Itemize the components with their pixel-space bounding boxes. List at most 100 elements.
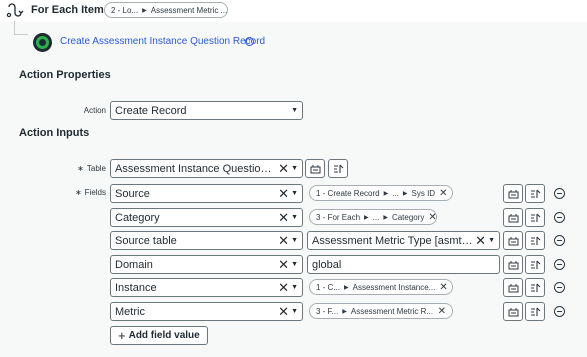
remove-row-icon[interactable] (554, 282, 565, 293)
table-select[interactable]: Assessment Instance Question [... ✕ ▼ (110, 159, 303, 178)
remove-pill-icon[interactable]: ✕ (435, 282, 447, 293)
field-name-select[interactable]: Metric ✕ ▼ (110, 302, 303, 321)
pill-part: ... (392, 188, 399, 198)
data-pill-picker-icon (508, 213, 518, 222)
field-name-value: Source table (115, 234, 177, 247)
clear-icon[interactable]: ✕ (475, 233, 486, 249)
pill-separator-icon: ▶ (364, 214, 369, 221)
data-pill-picker-icon (508, 189, 518, 198)
field-value-text: global (312, 258, 342, 271)
pill-separator-icon: ▶ (342, 308, 347, 315)
field-name-select[interactable]: Category ✕ ▼ (110, 208, 303, 227)
script-toggle-button[interactable] (525, 255, 545, 274)
remove-pill-icon[interactable]: ✕ (434, 306, 446, 317)
data-pill-picker-button[interactable] (503, 255, 523, 274)
remove-row-icon[interactable] (554, 188, 565, 199)
remove-row-icon[interactable] (554, 306, 565, 317)
field-name-select[interactable]: Source ✕ ▼ (110, 184, 303, 203)
pill-part: Assessment Instance... (352, 282, 436, 292)
dropdown-caret-icon[interactable]: ▼ (291, 214, 298, 221)
data-pill-picker-icon (508, 283, 518, 292)
action-step-icon (33, 33, 52, 52)
data-pill-picker-button[interactable] (503, 208, 523, 227)
field-name-select[interactable]: Source table ✕ ▼ (110, 231, 303, 250)
dropdown-caret-icon[interactable]: ▼ (488, 237, 495, 244)
clear-icon[interactable]: ✕ (278, 161, 289, 177)
pill-separator-icon: ▶ (142, 7, 147, 14)
help-icon[interactable]: ? (245, 37, 254, 46)
pill-part: Assessment Metric ... (150, 5, 228, 15)
field-value-data-pill[interactable]: 1 - C... ▶ Assessment Instance... ✕ (309, 279, 453, 295)
remove-pill-icon[interactable]: ✕ (435, 188, 447, 199)
data-pill-picker-button[interactable] (503, 184, 523, 203)
dropdown-caret-icon[interactable]: ▼ (291, 308, 298, 315)
field-name-select[interactable]: Instance ✕ ▼ (110, 278, 303, 297)
dropdown-caret-icon[interactable]: ▼ (291, 237, 298, 244)
pill-part: 3 - F... (316, 306, 339, 316)
script-toggle-button[interactable] (525, 231, 545, 250)
data-pill-picker-button[interactable] (305, 159, 325, 178)
data-pill-picker-button[interactable] (503, 302, 523, 321)
data-pill-picker-icon (310, 164, 320, 173)
for-each-data-pill[interactable]: 2 - Lo... ▶ Assessment Metric ... (104, 2, 228, 18)
pill-separator-icon: ▶ (402, 190, 408, 197)
clear-icon[interactable]: ✕ (278, 186, 289, 202)
dropdown-caret-icon[interactable]: ▼ (291, 190, 298, 197)
field-value-data-pill[interactable]: 3 - F... ▶ Assessment Metric R... ✕ (309, 303, 453, 319)
field-value-text: Assessment Metric Type [asmt_... (312, 234, 474, 247)
pill-separator-icon: ▶ (344, 284, 349, 291)
script-toggle-icon (530, 236, 540, 245)
field-value-data-pill[interactable]: 1 - Create Record ▶... ▶ Sys ID ✕ (309, 185, 453, 201)
remove-row-icon[interactable] (554, 212, 565, 223)
pill-part: 3 - For Each (316, 212, 361, 222)
field-value-select[interactable]: Assessment Metric Type [asmt_... ✕ ▼ (307, 231, 500, 250)
dropdown-caret-icon[interactable]: ▼ (291, 284, 298, 291)
pill-part: 1 - C... (316, 282, 341, 292)
remove-row-icon[interactable] (554, 259, 565, 270)
remove-pill-icon[interactable]: ✕ (424, 212, 436, 223)
field-value-input[interactable]: global (307, 255, 500, 274)
clear-icon[interactable]: ✕ (278, 233, 289, 249)
field-name-value: Metric (115, 305, 145, 318)
script-toggle-button[interactable] (328, 159, 348, 178)
field-value-data-pill[interactable]: 3 - For Each ▶... ▶ Category ✕ (309, 209, 437, 225)
data-pill-picker-icon (508, 260, 518, 269)
pill-part: Category (391, 212, 425, 222)
pill-separator-icon: ▶ (383, 190, 389, 197)
clear-icon[interactable]: ✕ (278, 257, 289, 273)
script-toggle-button[interactable] (525, 278, 545, 297)
data-pill-picker-button[interactable] (503, 231, 523, 250)
dropdown-caret-icon: ▼ (291, 107, 298, 114)
action-select-value: Create Record (115, 104, 187, 117)
table-label-text: Table (86, 164, 106, 173)
step-title-link[interactable]: Create Assessment Instance Question Reco… (60, 36, 265, 47)
required-icon: ∗ (77, 164, 84, 173)
clear-icon[interactable]: ✕ (278, 210, 289, 226)
flow-guide-line (14, 21, 15, 35)
data-pill-picker-button[interactable] (503, 278, 523, 297)
remove-row-icon[interactable] (554, 235, 565, 246)
script-toggle-icon (530, 260, 540, 269)
fields-label: ∗ Fields (60, 188, 106, 197)
pill-part: Assessment Metric R... (350, 306, 434, 316)
clear-icon[interactable]: ✕ (278, 304, 289, 320)
action-inputs-heading: Action Inputs (19, 127, 90, 139)
script-toggle-button[interactable] (525, 208, 545, 227)
field-name-value: Source (115, 187, 150, 200)
field-name-value: Instance (115, 281, 157, 294)
dropdown-caret-icon[interactable]: ▼ (291, 165, 298, 172)
dropdown-caret-icon[interactable]: ▼ (291, 261, 298, 268)
pill-separator-icon: ▶ (383, 214, 388, 221)
script-toggle-button[interactable] (525, 302, 545, 321)
plus-icon: + (118, 328, 126, 343)
data-pill-picker-icon (508, 236, 518, 245)
clear-icon[interactable]: ✕ (278, 280, 289, 296)
action-select[interactable]: Create Record ▼ (110, 101, 303, 120)
script-toggle-icon (530, 189, 540, 198)
script-toggle-button[interactable] (525, 184, 545, 203)
add-field-value-label: Add field value (128, 330, 200, 341)
field-name-select[interactable]: Domain ✕ ▼ (110, 255, 303, 274)
fields-label-text: Fields (84, 188, 106, 197)
add-field-value-button[interactable]: + Add field value (110, 326, 208, 345)
script-toggle-icon (333, 164, 343, 173)
